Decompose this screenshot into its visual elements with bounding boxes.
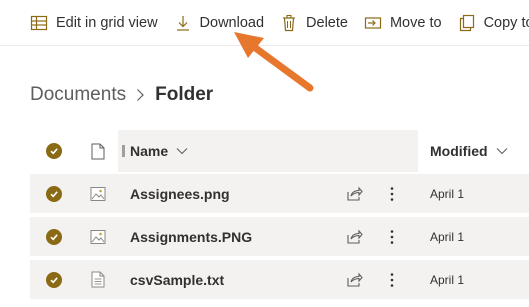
- share-icon[interactable]: [346, 185, 364, 203]
- row-selected-checkbox[interactable]: [46, 271, 62, 288]
- modified-date: April 1: [430, 272, 465, 287]
- download-icon: [174, 14, 192, 32]
- file-type-header-icon: [90, 142, 106, 160]
- copy-to-button[interactable]: Copy to: [450, 0, 529, 46]
- share-icon[interactable]: [346, 271, 364, 289]
- share-icon[interactable]: [346, 228, 364, 246]
- grid-icon: [30, 14, 48, 32]
- file-name[interactable]: Assignees.png: [130, 186, 230, 202]
- copy-icon: [458, 14, 476, 32]
- table-row[interactable]: Assignees.png April 1: [30, 174, 529, 214]
- chevron-down-icon: [496, 147, 508, 155]
- breadcrumb-current-folder: Folder: [155, 84, 214, 105]
- more-options-icon[interactable]: [386, 185, 398, 203]
- row-selected-checkbox[interactable]: [46, 228, 62, 245]
- more-options-icon[interactable]: [386, 228, 398, 246]
- file-name[interactable]: Assignments.PNG: [130, 229, 252, 245]
- trash-icon: [280, 14, 298, 32]
- delete-label: Delete: [306, 14, 348, 31]
- image-file-icon: [90, 185, 106, 203]
- table-row[interactable]: csvSample.txt April 1: [30, 260, 529, 300]
- breadcrumb-documents-link[interactable]: Documents: [30, 84, 126, 106]
- list-header: Name Modified: [30, 130, 529, 172]
- chevron-right-icon: [136, 88, 145, 102]
- delete-button[interactable]: Delete: [272, 0, 356, 46]
- modified-date: April 1: [430, 186, 465, 201]
- edit-in-grid-view-button[interactable]: Edit in grid view: [0, 0, 166, 46]
- modified-column-header[interactable]: Modified: [430, 143, 508, 159]
- text-file-icon: [90, 271, 106, 289]
- name-column-label: Name: [130, 143, 169, 159]
- row-selected-checkbox[interactable]: [46, 185, 62, 202]
- modified-date: April 1: [430, 229, 465, 244]
- select-all-checkbox[interactable]: [46, 143, 62, 159]
- download-button[interactable]: Download: [166, 0, 273, 46]
- move-to-icon: [364, 14, 382, 32]
- breadcrumb: Documents Folder: [30, 84, 213, 106]
- move-to-button[interactable]: Move to: [356, 0, 450, 46]
- command-bar: Edit in grid view Download Delete Move t…: [0, 0, 529, 46]
- name-column-header[interactable]: Name: [130, 143, 188, 159]
- copy-to-label: Copy to: [483, 14, 529, 31]
- table-row[interactable]: Assignments.PNG April 1: [30, 217, 529, 257]
- column-resize-handle[interactable]: [122, 145, 125, 157]
- modified-column-label: Modified: [430, 143, 488, 159]
- file-name[interactable]: csvSample.txt: [130, 272, 224, 288]
- chevron-down-icon: [176, 147, 188, 155]
- more-options-icon[interactable]: [386, 271, 398, 289]
- image-file-icon: [90, 228, 106, 246]
- file-list: Name Modified Assignees.png April 1 Assi…: [30, 130, 529, 303]
- move-to-label: Move to: [389, 14, 442, 31]
- edit-in-grid-view-label: Edit in grid view: [56, 14, 158, 31]
- download-label: Download: [199, 14, 265, 31]
